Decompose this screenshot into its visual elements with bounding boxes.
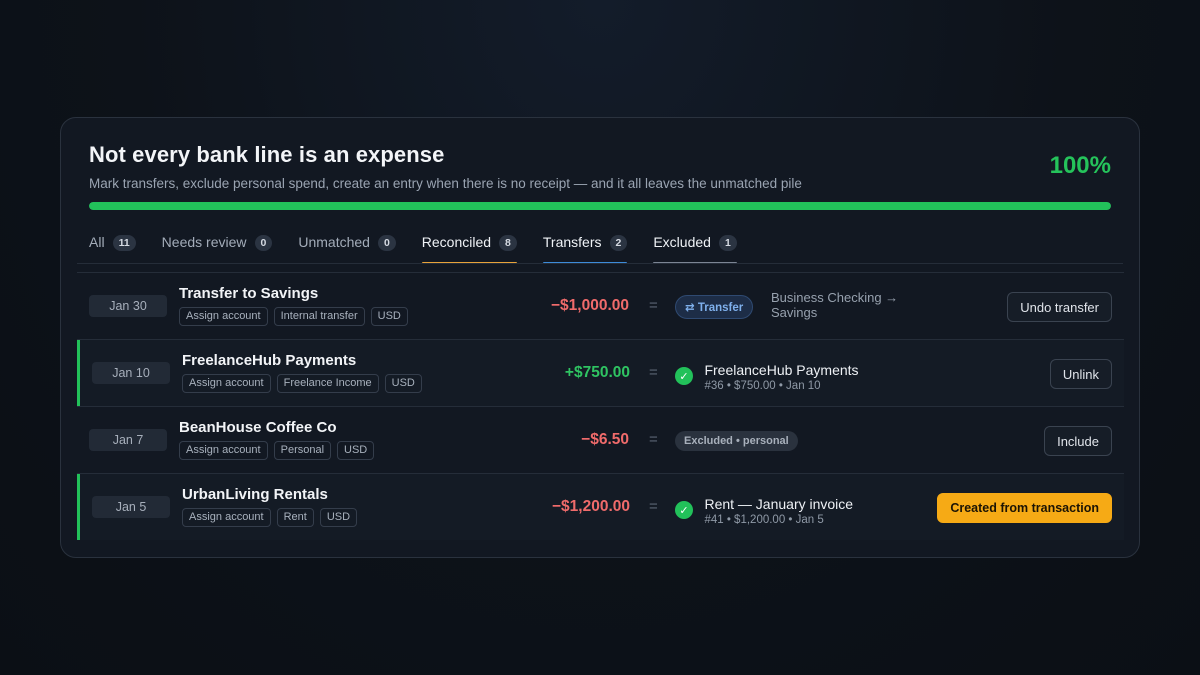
matched-indicator bbox=[77, 340, 80, 406]
currency-chip: USD bbox=[319, 508, 358, 527]
chip-group: Assign account Personal USD bbox=[179, 441, 375, 460]
unlink-button[interactable]: Unlink bbox=[1049, 359, 1112, 389]
created-from-transaction-button[interactable]: Created from transaction bbox=[937, 493, 1112, 523]
tab-label: Needs review bbox=[161, 234, 247, 250]
chip-group: Assign account Internal transfer USD bbox=[179, 307, 408, 326]
assign-account-chip[interactable]: Assign account bbox=[179, 441, 268, 460]
transaction-amount: −$6.50 bbox=[581, 431, 629, 448]
match-status: ✓ FreelanceHub Payments #36 • $750.00 • … bbox=[675, 362, 859, 392]
date-badge: Jan 30 bbox=[89, 295, 167, 317]
progress-fill bbox=[89, 202, 1111, 210]
tab-count-badge: 0 bbox=[377, 235, 396, 251]
category-chip[interactable]: Personal bbox=[273, 441, 332, 460]
currency-chip: USD bbox=[370, 307, 408, 326]
date-badge: Jan 5 bbox=[92, 496, 170, 518]
equals-sign: = bbox=[649, 431, 658, 448]
transaction-name: UrbanLiving Rentals bbox=[182, 486, 328, 503]
excluded-badge: Excluded • personal bbox=[675, 431, 798, 451]
transaction-description: UrbanLiving Rentals Assign account Rent … bbox=[182, 486, 358, 527]
include-button[interactable]: Include bbox=[1044, 426, 1112, 456]
tab-transfers[interactable]: Transfers 2 bbox=[542, 232, 628, 264]
tab-label: All bbox=[89, 234, 105, 250]
transaction-amount: −$1,000.00 bbox=[550, 297, 629, 314]
chip-group: Assign account Rent USD bbox=[182, 508, 358, 527]
tab-needs-review[interactable]: Needs review 0 bbox=[162, 232, 273, 264]
date-badge: Jan 7 bbox=[89, 429, 167, 451]
transaction-name: Transfer to Savings bbox=[179, 285, 319, 302]
matched-indicator bbox=[77, 474, 80, 540]
matched-document-details: #36 • $750.00 • Jan 10 bbox=[704, 380, 821, 392]
transfer-badge: ⇄ Transfer bbox=[675, 295, 754, 319]
filter-tabs: All 11 Needs review 0 Unmatched 0 Reconc… bbox=[89, 232, 763, 264]
tab-label: Transfers bbox=[542, 234, 602, 250]
undo-transfer-button[interactable]: Undo transfer bbox=[1007, 292, 1112, 322]
tab-reconciled[interactable]: Reconciled 8 bbox=[421, 232, 518, 264]
transaction-amount: −$1,200.00 bbox=[551, 498, 630, 515]
assign-account-chip[interactable]: Assign account bbox=[179, 307, 268, 326]
tab-count-badge: 8 bbox=[499, 235, 517, 251]
assign-account-chip[interactable]: Assign account bbox=[182, 374, 271, 393]
match-status: ✓ Rent — January invoice #41 • $1,200.00… bbox=[675, 496, 853, 526]
matched-document-title: FreelanceHub Payments bbox=[704, 362, 859, 378]
currency-chip: USD bbox=[384, 374, 422, 393]
check-icon: ✓ bbox=[675, 367, 693, 385]
transaction-list: Jan 30 Transfer to Savings Assign accoun… bbox=[77, 272, 1124, 540]
category-chip[interactable]: Rent bbox=[276, 508, 314, 527]
tab-count-badge: 11 bbox=[112, 235, 136, 251]
reconciliation-card: Not every bank line is an expense Mark t… bbox=[60, 117, 1140, 558]
transaction-amount: +$750.00 bbox=[564, 364, 630, 381]
transaction-name: BeanHouse Coffee Co bbox=[179, 419, 337, 436]
equals-sign: = bbox=[649, 498, 658, 515]
transaction-description: BeanHouse Coffee Co Assign account Perso… bbox=[179, 419, 375, 460]
page-subtitle: Mark transfers, exclude personal spend, … bbox=[89, 176, 802, 191]
category-chip[interactable]: Freelance Income bbox=[276, 374, 379, 393]
tab-label: Excluded bbox=[653, 234, 711, 250]
tab-label: Unmatched bbox=[298, 234, 370, 250]
card-header: Not every bank line is an expense Mark t… bbox=[89, 142, 1111, 191]
divider bbox=[77, 263, 1123, 264]
tab-all[interactable]: All 11 bbox=[89, 232, 136, 264]
tab-count-badge: 1 bbox=[718, 235, 737, 251]
currency-chip: USD bbox=[337, 441, 375, 460]
progress-percent: 100% bbox=[1049, 152, 1111, 179]
transaction-row: Jan 30 Transfer to Savings Assign accoun… bbox=[77, 272, 1124, 339]
transaction-description: FreelanceHub Payments Assign account Fre… bbox=[182, 352, 422, 393]
assign-account-chip[interactable]: Assign account bbox=[182, 508, 271, 527]
tab-count-badge: 2 bbox=[609, 235, 628, 251]
transaction-row: Jan 5 UrbanLiving Rentals Assign account… bbox=[77, 473, 1124, 540]
chip-group: Assign account Freelance Income USD bbox=[182, 374, 422, 393]
tab-unmatched[interactable]: Unmatched 0 bbox=[298, 232, 396, 264]
check-icon: ✓ bbox=[675, 501, 693, 519]
page-title: Not every bank line is an expense bbox=[89, 142, 445, 167]
transfer-route: Business Checking → Savings bbox=[771, 290, 899, 320]
matched-document-details: #41 • $1,200.00 • Jan 5 bbox=[704, 514, 824, 526]
match-status: ⇄ Transfer bbox=[675, 295, 754, 319]
transaction-row: Jan 7 BeanHouse Coffee Co Assign account… bbox=[77, 406, 1124, 473]
progress-bar bbox=[89, 202, 1111, 210]
tab-count-badge: 0 bbox=[254, 235, 273, 251]
transaction-name: FreelanceHub Payments bbox=[182, 352, 357, 369]
equals-sign: = bbox=[649, 297, 658, 314]
date-badge: Jan 10 bbox=[92, 362, 170, 384]
tab-excluded[interactable]: Excluded 1 bbox=[653, 232, 738, 264]
equals-sign: = bbox=[649, 364, 658, 381]
category-chip[interactable]: Internal transfer bbox=[273, 307, 365, 326]
transaction-row: Jan 10 FreelanceHub Payments Assign acco… bbox=[77, 339, 1124, 406]
matched-document-title: Rent — January invoice bbox=[704, 496, 854, 512]
tab-label: Reconciled bbox=[421, 234, 492, 250]
match-status: Excluded • personal bbox=[675, 429, 798, 451]
transaction-description: Transfer to Savings Assign account Inter… bbox=[179, 285, 408, 326]
